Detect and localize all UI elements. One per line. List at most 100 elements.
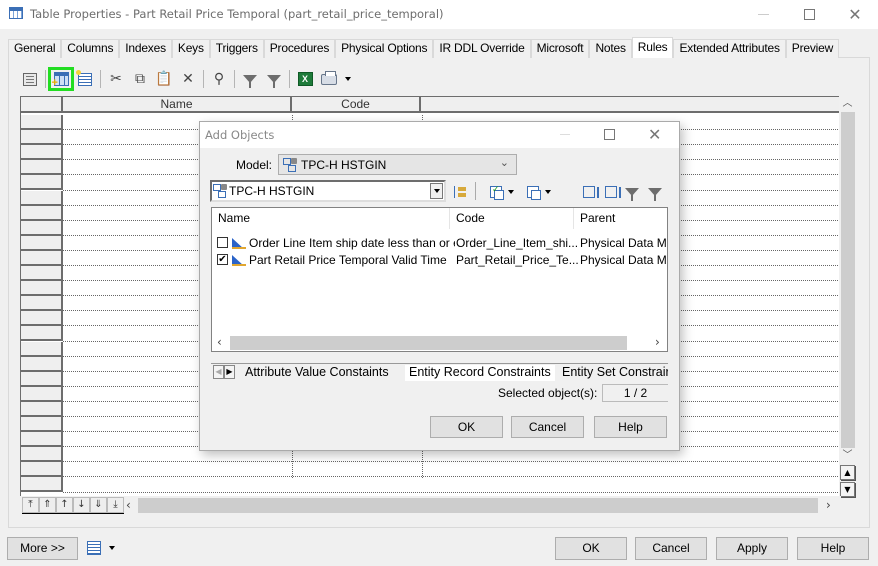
tab-notes[interactable]: Notes	[589, 39, 632, 58]
horizontal-scroll-thumb[interactable]	[138, 498, 818, 513]
row-header[interactable]	[21, 250, 63, 266]
row-header[interactable]	[21, 205, 63, 221]
row-header[interactable]	[21, 447, 63, 463]
row-header[interactable]	[21, 220, 63, 236]
tab-triggers[interactable]: Triggers	[209, 39, 264, 58]
close-button[interactable]: ✕	[832, 0, 878, 29]
enable-filter-button[interactable]	[262, 68, 286, 90]
close-icon[interactable]: ✕	[648, 125, 661, 144]
cut-button[interactable]: ✂	[104, 68, 128, 90]
description-icon[interactable]	[87, 541, 101, 555]
model-select[interactable]: TPC-H HSTGIN ⌄	[278, 154, 517, 175]
scroll-to-bottom-button[interactable]: ▼	[840, 482, 855, 497]
row-header[interactable]	[21, 432, 63, 448]
list-item[interactable]: ✔ Part Retail Price Temporal Valid Time …	[212, 251, 667, 268]
ok-button[interactable]: OK	[555, 537, 627, 560]
row-header[interactable]	[21, 462, 63, 478]
maximize-button[interactable]	[786, 0, 832, 29]
row-header[interactable]	[21, 235, 63, 251]
help-button[interactable]: Help	[797, 537, 869, 560]
list-column-code[interactable]: Code	[450, 208, 574, 229]
scroll-left-icon[interactable]: ‹	[217, 335, 222, 349]
item-checkbox[interactable]: ✔	[217, 254, 228, 265]
row-header[interactable]	[21, 356, 63, 372]
minimize-button[interactable]	[740, 0, 786, 29]
scroll-right-icon[interactable]: ›	[826, 498, 831, 512]
dialog-ok-button[interactable]: OK	[430, 416, 503, 438]
row-header[interactable]	[21, 371, 63, 387]
tab-keys[interactable]: Keys	[171, 39, 210, 58]
grid-corner[interactable]	[21, 97, 63, 112]
move-checked-bottom-button[interactable]	[605, 183, 621, 201]
scroll-right-icon[interactable]: ›	[655, 335, 660, 349]
tab-entity-set-constraints[interactable]: Entity Set Constrair	[558, 365, 668, 381]
scroll-up-icon[interactable]: ︿	[839, 96, 856, 112]
include-subpackages-button[interactable]	[454, 183, 466, 201]
move-page-up-button[interactable]: ⇑	[39, 497, 56, 513]
tab-attribute-value-constraints[interactable]: Attribute Value Constaints	[241, 365, 393, 381]
row-header[interactable]	[21, 281, 63, 297]
list-column-name[interactable]: Name	[212, 208, 450, 229]
print-button[interactable]	[317, 68, 341, 90]
properties-button[interactable]	[18, 68, 42, 90]
dialog-help-button[interactable]: Help	[594, 416, 667, 438]
move-up-button[interactable]: ↑	[56, 497, 73, 513]
column-header-code[interactable]: Code	[292, 97, 421, 112]
row-header[interactable]	[21, 160, 63, 176]
paste-button[interactable]: 📋	[152, 68, 176, 90]
grid-vertical-scrollbar[interactable]: ︿ ﹀ ▲ ▼	[839, 96, 856, 499]
list-item[interactable]: Order Line Item ship date less than or e…	[212, 234, 667, 251]
chevron-down-icon[interactable]	[109, 546, 115, 550]
add-objects-button[interactable]	[48, 67, 74, 91]
add-row-button[interactable]	[73, 68, 97, 90]
move-down-button[interactable]: ↓	[73, 497, 90, 513]
row-header[interactable]	[21, 386, 63, 402]
tab-extended-attributes[interactable]: Extended Attributes	[673, 39, 786, 58]
scroll-thumb[interactable]	[841, 112, 855, 448]
tab-scroll-right-icon[interactable]: ▶	[224, 365, 235, 379]
select-all-button[interactable]	[490, 183, 514, 201]
tab-preview[interactable]: Preview	[785, 39, 840, 58]
tab-general[interactable]: General	[8, 39, 62, 58]
move-checked-top-button[interactable]	[583, 183, 599, 201]
move-page-down-button[interactable]: ⇓	[90, 497, 107, 513]
scroll-thumb[interactable]	[230, 336, 627, 350]
tab-procedures[interactable]: Procedures	[263, 39, 336, 58]
row-header[interactable]	[21, 326, 63, 342]
scroll-left-icon[interactable]: ‹	[126, 498, 131, 512]
row-header[interactable]	[21, 341, 63, 357]
scroll-to-top-button[interactable]: ▲	[840, 465, 855, 480]
tab-entity-record-constraints[interactable]: Entity Record Constraints	[405, 365, 555, 381]
item-checkbox[interactable]	[217, 237, 228, 248]
deselect-all-button[interactable]	[527, 183, 551, 201]
row-header[interactable]	[21, 311, 63, 327]
dialog-cancel-button[interactable]: Cancel	[511, 416, 584, 438]
row-header[interactable]	[21, 190, 63, 206]
row-header[interactable]	[21, 175, 63, 191]
print-dropdown[interactable]	[341, 68, 355, 90]
row-header[interactable]	[21, 477, 63, 493]
maximize-icon[interactable]	[604, 129, 615, 140]
package-select[interactable]: TPC-H HSTGIN	[210, 180, 446, 202]
row-header[interactable]	[21, 401, 63, 417]
find-button[interactable]: ⚲	[207, 68, 231, 90]
tab-ir-ddl-override[interactable]: IR DDL Override	[433, 39, 531, 58]
row-header[interactable]	[21, 266, 63, 282]
apply-button[interactable]: Apply	[716, 537, 788, 560]
tab-rules[interactable]: Rules	[631, 37, 674, 58]
tab-columns[interactable]: Columns	[61, 39, 120, 58]
scroll-down-icon[interactable]: ﹀	[839, 448, 856, 464]
tab-microsoft[interactable]: Microsoft	[530, 39, 590, 58]
row-header[interactable]	[21, 417, 63, 433]
customize-filter-button[interactable]	[238, 68, 262, 90]
enable-filter-button[interactable]	[648, 183, 662, 201]
tab-indexes[interactable]: Indexes	[119, 39, 172, 58]
copy-button[interactable]: ⧉	[128, 68, 152, 90]
customize-filter-button[interactable]	[625, 183, 639, 201]
export-excel-button[interactable]: X	[293, 68, 317, 90]
row-header[interactable]	[21, 130, 63, 146]
tab-physical-options[interactable]: Physical Options	[335, 39, 434, 58]
row-header[interactable]	[21, 296, 63, 312]
tab-scroll-left-icon[interactable]: ◀	[213, 365, 224, 379]
row-header[interactable]	[21, 115, 63, 131]
